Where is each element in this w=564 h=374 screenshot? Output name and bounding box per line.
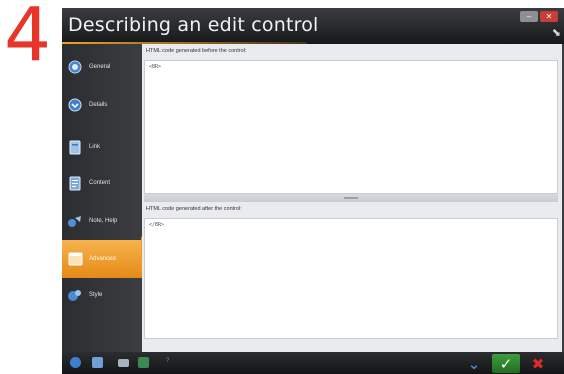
step-number: 4 <box>4 0 52 78</box>
sidebar-item-general[interactable]: General <box>62 48 142 86</box>
sidebar-item-label: General <box>89 64 111 70</box>
sidebar-item-details[interactable]: Details <box>62 86 142 124</box>
sidebar-item-label: Details <box>89 102 108 108</box>
minimize-button[interactable]: – <box>520 11 538 22</box>
sidebar-item-label: Advanced <box>89 256 116 262</box>
pane-splitter[interactable] <box>144 194 558 202</box>
details-arrow-icon <box>67 97 83 113</box>
sidebar-item-content[interactable]: Content <box>62 164 142 202</box>
content-page-icon <box>67 175 83 191</box>
sidebar-item-link[interactable]: Link <box>62 128 142 166</box>
style-icon <box>67 287 83 303</box>
title-bar: Describing an edit control – ✕ ⬊ <box>62 8 564 44</box>
splitter-grip-icon <box>344 197 358 199</box>
link-page-icon <box>67 139 83 155</box>
sidebar: General Details Link Content Note, Help <box>62 44 142 352</box>
after-code-text: </BR> <box>149 222 165 228</box>
bottom-toolbar: ? ⌄ ✓ ✖ <box>62 352 564 374</box>
export-icon[interactable] <box>138 357 149 368</box>
status-text: ? <box>166 358 170 364</box>
sidebar-item-advanced[interactable]: Advanced <box>62 240 142 278</box>
content-panel: HTML code generated before the control: … <box>142 44 562 352</box>
resize-arrow-icon[interactable]: ⬊ <box>552 26 561 39</box>
save-icon[interactable] <box>92 357 103 368</box>
sidebar-item-label: Style <box>89 292 103 298</box>
globe-icon <box>67 59 83 75</box>
collapse-button[interactable]: ⌄ <box>460 354 488 373</box>
after-code-editor[interactable]: </BR> <box>144 218 558 339</box>
before-code-editor[interactable]: <BR> <box>144 60 558 194</box>
window-controls: – ✕ <box>520 11 558 22</box>
sidebar-item-label: Content <box>89 180 111 186</box>
cancel-button[interactable]: ✖ <box>524 354 552 373</box>
help-icon[interactable] <box>70 357 81 368</box>
dialog-window: Describing an edit control – ✕ ⬊ General… <box>62 8 564 374</box>
after-code-label: HTML code generated after the control: <box>146 206 242 212</box>
ok-button[interactable]: ✓ <box>492 354 520 373</box>
close-button[interactable]: ✕ <box>540 11 558 22</box>
sidebar-item-label: Note, Help <box>89 218 118 224</box>
before-code-label: HTML code generated before the control: <box>146 48 247 54</box>
before-code-text: <BR> <box>149 64 162 70</box>
advanced-window-icon <box>67 251 83 267</box>
sidebar-item-label: Link <box>89 144 101 150</box>
help-note-icon <box>67 213 83 229</box>
sidebar-item-note-help[interactable]: Note, Help <box>62 202 142 240</box>
dialog-title: Describing an edit control <box>68 14 319 36</box>
sidebar-item-style[interactable]: Style <box>62 276 142 314</box>
print-icon[interactable] <box>118 359 129 367</box>
